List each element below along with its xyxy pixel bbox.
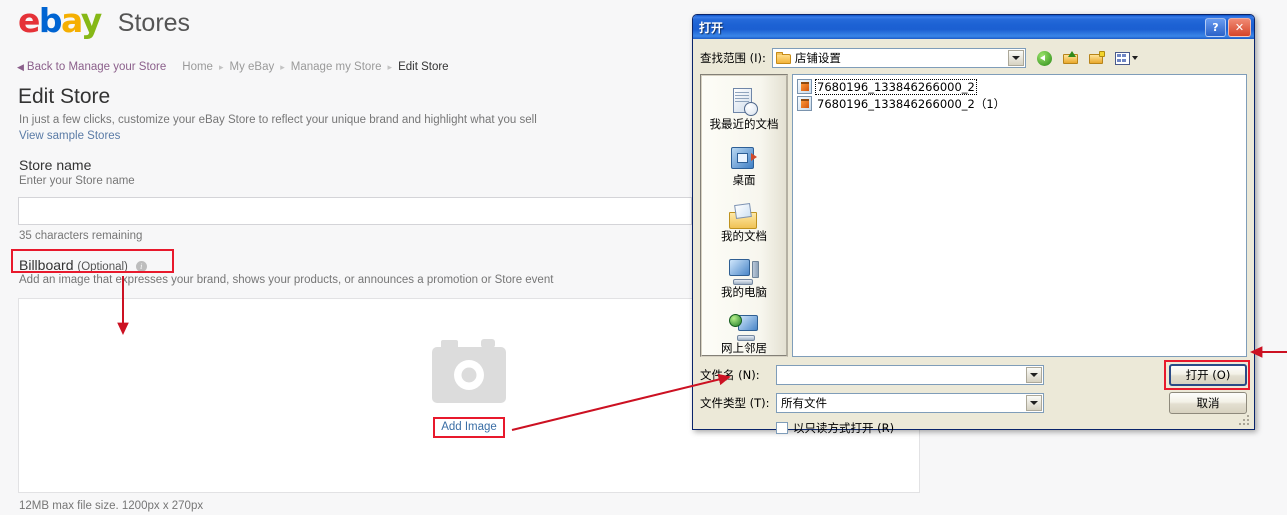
my-network-places-icon xyxy=(729,314,759,341)
billboard-hint: Add an image that expresses your brand, … xyxy=(19,274,554,286)
logo-letter-y: y xyxy=(80,1,103,40)
read-only-checkbox[interactable] xyxy=(776,422,788,434)
back-icon xyxy=(1037,50,1053,66)
desktop-icon xyxy=(730,146,758,173)
place-label: 我的文档 xyxy=(721,229,767,243)
place-recent-documents[interactable]: 我最近的文档 xyxy=(702,84,786,131)
dialog-toolbar xyxy=(1034,48,1142,69)
back-to-manage-store-link[interactable]: Back to Manage your Store xyxy=(27,61,166,73)
billboard-label-text: Billboard xyxy=(19,257,74,273)
file-name: 7680196_133846266000_2 xyxy=(815,78,977,95)
chevron-down-icon[interactable] xyxy=(1026,395,1042,411)
cancel-button[interactable]: 取消 xyxy=(1169,392,1247,414)
breadcrumb-item-home[interactable]: Home xyxy=(182,61,213,73)
file-type-value: 所有文件 xyxy=(781,396,827,410)
open-file-dialog[interactable]: 打开 ? ✕ 查找范围 (I): 店铺设置 我最近的文档 桌面 我的文档 我的电… xyxy=(692,14,1255,435)
place-desktop[interactable]: 桌面 xyxy=(702,140,786,187)
file-type-label: 文件类型 (T): xyxy=(700,396,770,410)
file-name-input[interactable] xyxy=(776,365,1044,385)
views-icon xyxy=(1115,51,1131,65)
dialog-title-bar[interactable]: 打开 ? ✕ xyxy=(693,15,1254,39)
dialog-bottom-form: 文件名 (N): 打开 (O) 文件类型 (T): 所有文件 取消 以只读方式打… xyxy=(700,360,1250,440)
billboard-label: Billboard (Optional) i xyxy=(19,257,147,273)
close-icon[interactable]: ✕ xyxy=(1228,17,1251,37)
view-sample-stores-link[interactable]: View sample Stores xyxy=(19,130,120,142)
file-name-label: 文件名 (N): xyxy=(700,368,760,382)
file-type-select[interactable]: 所有文件 xyxy=(776,393,1044,413)
dialog-title: 打开 xyxy=(699,20,724,35)
back-button[interactable] xyxy=(1034,48,1056,69)
store-name-hint: Enter your Store name xyxy=(19,175,135,187)
look-in-combobox[interactable]: 店铺设置 xyxy=(771,48,1026,68)
look-in-row: 查找范围 (I): 店铺设置 xyxy=(700,45,1247,71)
file-name-row: 文件名 (N): 打开 (O) xyxy=(700,360,1250,390)
ebay-logo[interactable]: ebay xyxy=(18,1,103,40)
site-header: ebay Stores xyxy=(18,4,190,37)
new-folder-icon xyxy=(1088,51,1105,65)
add-image-button[interactable]: Add Image xyxy=(433,417,505,438)
file-type-row: 文件类型 (T): 所有文件 取消 xyxy=(700,392,1247,414)
file-name: 7680196_133846266000_2（1） xyxy=(817,96,1006,111)
billboard-optional-text: (Optional) xyxy=(77,261,128,273)
billboard-size-note: 12MB max file size. 1200px x 270px xyxy=(19,500,204,512)
read-only-label: 以只读方式打开 (R) xyxy=(793,421,895,435)
annotation-box-open-button xyxy=(1164,360,1250,390)
resize-grip[interactable] xyxy=(1239,415,1251,427)
places-bar: 我最近的文档 桌面 我的文档 我的电脑 网上邻居 xyxy=(700,74,788,357)
logo-letter-b: b xyxy=(38,1,63,40)
breadcrumb: ◀ Back to Manage your Store Home ▸ My eBay ▸ M… xyxy=(17,61,449,73)
breadcrumb-item-my-ebay[interactable]: My eBay xyxy=(230,61,275,73)
place-label: 网上邻居 xyxy=(721,341,767,355)
file-list-item[interactable]: 7680196_133846266000_2（1） xyxy=(795,95,1244,112)
logo-letter-e: e xyxy=(18,1,40,40)
breadcrumb-separator-icon: ▸ xyxy=(218,62,224,72)
store-name-label: Store name xyxy=(19,157,92,173)
chevron-down-icon[interactable] xyxy=(1026,367,1042,383)
recent-documents-icon xyxy=(731,88,758,117)
place-label: 我的电脑 xyxy=(721,285,767,299)
back-caret-icon: ◀ xyxy=(17,62,24,72)
views-button[interactable] xyxy=(1112,48,1142,69)
up-one-level-icon xyxy=(1062,51,1079,65)
characters-remaining-text: 35 characters remaining xyxy=(19,230,143,242)
up-one-level-button[interactable] xyxy=(1060,48,1082,69)
new-folder-button[interactable] xyxy=(1086,48,1108,69)
breadcrumb-item-manage-my-store[interactable]: Manage my Store xyxy=(291,61,382,73)
file-list-item[interactable]: 7680196_133846266000_2 xyxy=(795,78,1244,95)
breadcrumb-separator-icon: ▸ xyxy=(387,62,393,72)
place-label: 我最近的文档 xyxy=(709,117,779,131)
breadcrumb-separator-icon: ▸ xyxy=(280,62,285,72)
site-section-title: Stores xyxy=(117,9,191,37)
image-file-icon xyxy=(797,96,812,111)
image-file-icon xyxy=(797,79,812,94)
logo-letter-a: a xyxy=(61,1,82,40)
place-label: 桌面 xyxy=(732,173,756,187)
read-only-row[interactable]: 以只读方式打开 (R) xyxy=(776,420,1247,436)
chevron-down-icon xyxy=(1132,56,1139,60)
place-network[interactable]: 网上邻居 xyxy=(702,308,786,355)
place-my-documents[interactable]: 我的文档 xyxy=(702,196,786,243)
look-in-value: 店铺设置 xyxy=(794,51,841,65)
store-name-input[interactable] xyxy=(18,197,692,225)
page-title: Edit Store xyxy=(18,85,111,108)
my-documents-icon xyxy=(729,204,759,229)
help-button[interactable]: ? xyxy=(1205,17,1226,37)
look-in-label: 查找范围 (I): xyxy=(700,51,766,65)
chevron-down-icon[interactable] xyxy=(1007,50,1024,66)
page-subtitle: In just a few clicks, customize your eBa… xyxy=(19,114,537,126)
info-icon[interactable]: i xyxy=(135,261,147,272)
file-list[interactable]: 7680196_133846266000_2 7680196_133846266… xyxy=(792,74,1247,357)
my-computer-icon xyxy=(729,259,759,285)
folder-icon xyxy=(775,52,791,64)
place-my-computer[interactable]: 我的电脑 xyxy=(702,252,786,299)
camera-icon xyxy=(432,339,506,403)
breadcrumb-current: Edit Store xyxy=(398,61,449,73)
